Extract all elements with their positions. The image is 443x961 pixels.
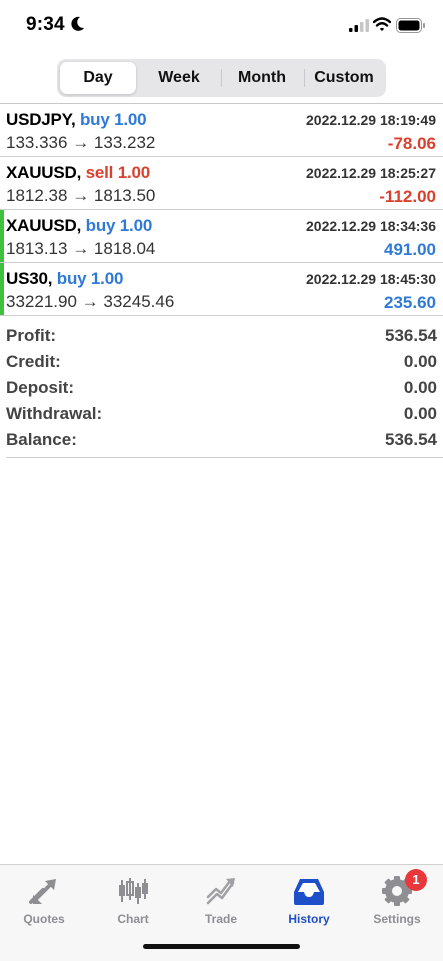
period-segmented-control: Day Week Month Custom bbox=[57, 59, 386, 97]
trade-profit: 235.60 bbox=[384, 293, 436, 312]
trade-prices: 33221.90 → 33245.46 bbox=[6, 292, 174, 312]
chart-icon bbox=[119, 878, 148, 904]
close-price: 1813.50 bbox=[93, 186, 156, 205]
trade-profit: -78.06 bbox=[387, 134, 436, 153]
trade-accent-bar bbox=[0, 210, 4, 262]
summary-value: 0.00 bbox=[403, 404, 437, 423]
home-indicator bbox=[143, 944, 300, 949]
arrow-icon: → bbox=[72, 186, 90, 205]
trade-symbol-line: XAUUSD, sell 1.00 bbox=[6, 163, 150, 183]
open-price: 133.336 bbox=[6, 133, 68, 152]
summary-withdrawal-row: Withdrawal: 0.00 bbox=[6, 401, 437, 427]
close-price: 1818.04 bbox=[93, 239, 156, 258]
summary-label: Balance: bbox=[6, 430, 77, 449]
summary-label: Deposit: bbox=[6, 378, 74, 397]
open-price: 1813.13 bbox=[6, 239, 68, 258]
trade-side: buy 1.00 bbox=[85, 216, 153, 235]
account-summary: Profit: 536.54 Credit: 0.00 Deposit: 0.0… bbox=[6, 323, 437, 453]
summary-credit-row: Credit: 0.00 bbox=[6, 349, 437, 375]
wifi-icon bbox=[373, 17, 391, 31]
period-day-button[interactable]: Day bbox=[60, 62, 136, 94]
trade-time: 2022.12.29 18:34:36 bbox=[306, 218, 436, 234]
period-custom-button[interactable]: Custom bbox=[305, 62, 383, 94]
trade-row[interactable]: US30, buy 1.00 2022.12.29 18:45:30 33221… bbox=[0, 263, 443, 316]
summary-value: 536.54 bbox=[385, 326, 437, 345]
summary-value: 0.00 bbox=[403, 378, 437, 397]
trade-symbol-line: USDJPY, buy 1.00 bbox=[6, 110, 147, 130]
tab-label: Chart bbox=[117, 912, 149, 926]
summary-label: Credit: bbox=[6, 352, 61, 371]
notification-badge: 1 bbox=[405, 869, 427, 891]
signal-icon bbox=[349, 19, 369, 32]
open-price: 1812.38 bbox=[6, 186, 68, 205]
trade-symbol: XAUUSD, bbox=[6, 163, 82, 182]
trade-side: sell 1.00 bbox=[85, 163, 151, 182]
trade-row[interactable]: XAUUSD, buy 1.00 2022.12.29 18:34:36 181… bbox=[0, 210, 443, 263]
trade-time: 2022.12.29 18:45:30 bbox=[306, 271, 436, 287]
tab-trade[interactable]: Trade bbox=[181, 871, 261, 927]
close-price: 133.232 bbox=[93, 133, 156, 152]
trade-symbol: XAUUSD, bbox=[6, 216, 82, 235]
tab-label: Quotes bbox=[23, 912, 65, 926]
trade-time: 2022.12.29 18:19:49 bbox=[306, 112, 436, 128]
tab-label: History bbox=[288, 912, 330, 926]
trade-time: 2022.12.29 18:25:27 bbox=[306, 165, 436, 181]
tab-history[interactable]: History bbox=[269, 871, 349, 927]
arrow-icon: → bbox=[72, 133, 90, 152]
battery-icon bbox=[396, 18, 425, 33]
summary-profit-row: Profit: 536.54 bbox=[6, 323, 437, 349]
tab-label: Settings bbox=[373, 912, 421, 926]
moon-icon bbox=[71, 16, 84, 31]
trade-side: buy 1.00 bbox=[80, 110, 147, 129]
quotes-icon bbox=[29, 879, 56, 904]
tab-settings[interactable]: 1 Settings bbox=[357, 869, 437, 927]
trade-side: buy 1.00 bbox=[56, 269, 124, 288]
trade-profit: 491.00 bbox=[384, 240, 436, 259]
period-week-button[interactable]: Week bbox=[139, 62, 219, 94]
summary-value: 0.00 bbox=[403, 352, 437, 371]
history-icon bbox=[294, 879, 324, 905]
trade-symbol-line: XAUUSD, buy 1.00 bbox=[6, 216, 152, 236]
arrow-icon: → bbox=[72, 239, 90, 258]
trade-prices: 1812.38 → 1813.50 bbox=[6, 186, 155, 206]
status-time: 9:34 bbox=[26, 14, 65, 35]
summary-value: 536.54 bbox=[385, 430, 437, 449]
summary-divider bbox=[6, 457, 443, 458]
trade-symbol-line: US30, buy 1.00 bbox=[6, 269, 123, 289]
trade-symbol: USDJPY, bbox=[6, 110, 76, 129]
arrow-icon: → bbox=[81, 292, 99, 311]
summary-balance-row: Balance: 536.54 bbox=[6, 427, 437, 453]
trade-accent-bar bbox=[0, 263, 4, 315]
trade-prices: 133.336 → 133.232 bbox=[6, 133, 155, 153]
row-divider bbox=[0, 315, 443, 316]
trade-symbol: US30, bbox=[6, 269, 53, 288]
summary-deposit-row: Deposit: 0.00 bbox=[6, 375, 437, 401]
period-month-button[interactable]: Month bbox=[222, 62, 302, 94]
tab-chart[interactable]: Chart bbox=[93, 871, 173, 927]
summary-label: Withdrawal: bbox=[6, 404, 103, 423]
tab-label: Trade bbox=[204, 912, 237, 926]
status-bar: 9:34 bbox=[0, 0, 443, 52]
open-price: 33221.90 bbox=[6, 292, 77, 311]
close-price: 33245.46 bbox=[103, 292, 175, 311]
summary-label: Profit: bbox=[6, 326, 57, 345]
trade-row[interactable]: XAUUSD, sell 1.00 2022.12.29 18:25:27 18… bbox=[0, 157, 443, 210]
trade-icon bbox=[206, 878, 235, 905]
trade-profit: -112.00 bbox=[379, 187, 436, 206]
trade-prices: 1813.13 → 1818.04 bbox=[6, 239, 155, 259]
tab-quotes[interactable]: Quotes bbox=[4, 871, 84, 927]
trade-row[interactable]: USDJPY, buy 1.00 2022.12.29 18:19:49 133… bbox=[0, 104, 443, 157]
